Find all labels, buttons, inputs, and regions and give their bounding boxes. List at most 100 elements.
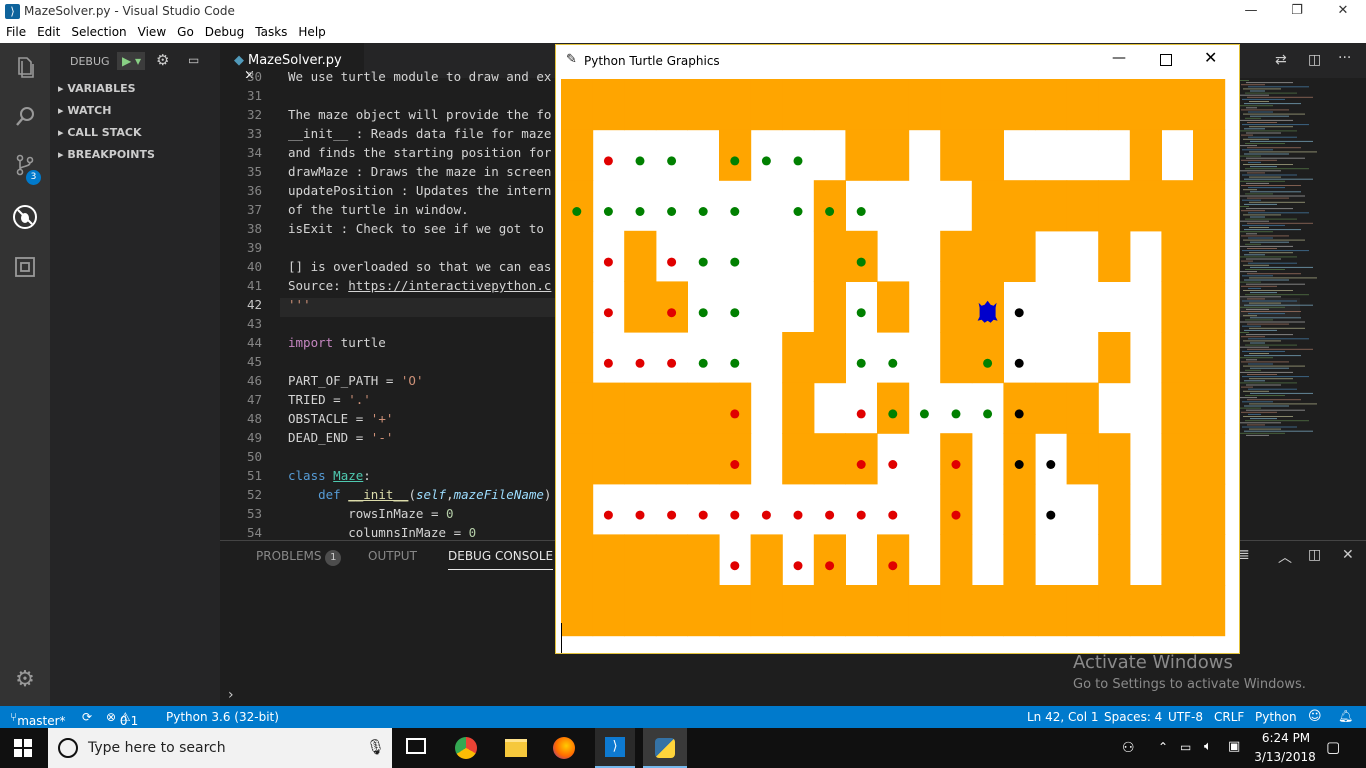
menu-tasks[interactable]: Tasks	[249, 23, 292, 39]
menu-go[interactable]: Go	[171, 23, 199, 39]
path-dot-green	[667, 207, 677, 216]
panel-layout-icon[interactable]: ◫	[1308, 547, 1321, 563]
minimap-line	[1244, 128, 1265, 130]
volume-icon[interactable]: 🔈︎	[1204, 739, 1212, 754]
minimap-line	[1249, 126, 1293, 128]
section-breakpoints[interactable]: ▸ BREAKPOINTS	[58, 148, 155, 161]
source-control-icon[interactable]	[0, 141, 50, 189]
cursor-position[interactable]: Ln 42, Col 1	[1027, 710, 1099, 724]
close-button[interactable]: ✕	[1320, 0, 1366, 23]
split-editor-icon[interactable]: ◫	[1308, 52, 1321, 68]
notifications-bell-icon[interactable]: 🔔︎	[1338, 709, 1353, 723]
line-number: 50	[246, 449, 262, 464]
action-center-icon[interactable]: ▢	[1326, 738, 1340, 756]
language-mode[interactable]: Python	[1255, 710, 1297, 724]
menu-view[interactable]: View	[132, 23, 171, 39]
menu-help[interactable]: Help	[292, 23, 330, 39]
encoding[interactable]: UTF-8	[1168, 710, 1203, 724]
minimap-line	[1247, 273, 1301, 275]
section-variables[interactable]: ▸ VARIABLES	[58, 82, 136, 95]
menu-file[interactable]: File	[0, 23, 31, 39]
path-dot-red	[698, 510, 708, 520]
clock-date[interactable]: 3/13/2018	[1252, 750, 1318, 764]
maze-wall-cell	[845, 129, 878, 181]
debug-icon[interactable]	[0, 193, 50, 241]
restore-button[interactable]: ❐	[1274, 0, 1320, 23]
sync-icon[interactable]: ⟳	[82, 710, 92, 724]
section-call-stack[interactable]: ▸ CALL STACK	[58, 126, 141, 139]
minimap-line	[1249, 378, 1293, 380]
console-prompt[interactable]: ›	[228, 687, 234, 703]
maze-wall-cell	[655, 79, 688, 131]
battery-icon[interactable]: ▭	[1180, 740, 1191, 754]
debug-console-toggle-icon[interactable]: ▭	[188, 53, 199, 67]
people-icon[interactable]: ⚇	[1122, 740, 1135, 756]
tray-chevron-icon[interactable]: ⌃	[1158, 740, 1168, 754]
section-watch[interactable]: ▸ WATCH	[58, 104, 111, 117]
menu-debug[interactable]: Debug	[199, 23, 249, 39]
minimap-line	[1246, 384, 1281, 386]
vscode-taskbar-button[interactable]: ⟩	[595, 728, 635, 768]
maze-wall-cell	[940, 585, 973, 637]
menu-selection[interactable]: Selection	[65, 23, 131, 39]
minimap-line	[1240, 245, 1293, 247]
turtle-maximize-button[interactable]	[1160, 54, 1172, 66]
maze-wall-cell	[1193, 433, 1226, 485]
maze-wall-cell	[1129, 129, 1162, 181]
turtle-close-button[interactable]: ✕	[1204, 48, 1217, 67]
network-icon[interactable]: ▣	[1228, 739, 1240, 754]
path-dot-red	[825, 510, 835, 520]
firefox-icon[interactable]	[553, 737, 575, 759]
line-number: 38	[246, 221, 262, 236]
maximize-panel-icon[interactable]: ︿	[1278, 547, 1292, 567]
minimize-button[interactable]: —	[1228, 0, 1274, 23]
maze-wall-cell	[845, 433, 878, 485]
maze-wall-cell	[813, 230, 846, 282]
extensions-icon[interactable]	[0, 243, 50, 291]
search-icon[interactable]	[0, 93, 50, 141]
chrome-icon[interactable]	[455, 737, 477, 759]
task-view-icon[interactable]	[406, 738, 426, 754]
start-debugging-button[interactable]: ▶ ▾	[117, 52, 145, 70]
close-panel-icon[interactable]: ✕	[1342, 547, 1354, 563]
minimap-line	[1242, 98, 1285, 100]
debug-config-gear-icon[interactable]: ⚙	[156, 51, 169, 69]
minimap-line	[1240, 346, 1269, 348]
open-changes-icon[interactable]: ⇄	[1275, 52, 1287, 68]
menu-edit[interactable]: Edit	[31, 23, 65, 39]
python-interpreter[interactable]: Python 3.6 (32-bit)	[166, 710, 279, 724]
turtle-minimize-button[interactable]: —	[1112, 50, 1126, 66]
explorer-icon[interactable]	[0, 43, 50, 91]
maze-wall-cell	[1035, 180, 1068, 232]
minimap-line	[1248, 363, 1273, 365]
maze-wall-cell	[1193, 129, 1226, 181]
settings-gear-icon[interactable]: ⚙	[0, 656, 50, 704]
tab-problems[interactable]: PROBLEMS 1	[256, 549, 342, 566]
feedback-smiley-icon[interactable]: ☺	[1308, 709, 1322, 724]
windows-start-icon[interactable]	[14, 739, 32, 760]
maze-wall-cell	[877, 534, 910, 586]
line-ending[interactable]: CRLF	[1214, 710, 1244, 724]
maze-wall-cell	[655, 433, 688, 485]
clock-time[interactable]: 6:24 PM	[1256, 731, 1316, 745]
git-branch[interactable]: ⑂ master*	[10, 710, 66, 728]
maze-wall-cell	[655, 382, 688, 434]
file-explorer-icon[interactable]	[505, 739, 527, 757]
python-taskbar-button[interactable]	[643, 728, 687, 768]
maze-wall-cell	[1003, 483, 1036, 535]
minimap-line	[1239, 306, 1285, 308]
turtle-canvas[interactable]	[561, 79, 1239, 653]
path-dot-green	[635, 207, 645, 216]
path-dot-black	[1014, 409, 1024, 419]
tab-output[interactable]: OUTPUT	[368, 549, 417, 563]
maze-wall-cell	[1066, 585, 1099, 637]
more-actions-icon[interactable]: ···	[1338, 50, 1351, 66]
microphone-icon[interactable]: 🎙︎	[366, 738, 385, 756]
tab-debug-console[interactable]: DEBUG CONSOLE	[448, 549, 554, 570]
indentation[interactable]: Spaces: 4	[1104, 710, 1162, 724]
minimap[interactable]	[1235, 78, 1352, 438]
maze-wall-cell	[940, 129, 973, 181]
maze-wall-cell	[940, 230, 973, 282]
taskbar-search-box[interactable]: Type here to search 🎙︎	[48, 728, 392, 768]
problems-status[interactable]: ⊗ 0 ⚠ 1	[106, 710, 138, 728]
